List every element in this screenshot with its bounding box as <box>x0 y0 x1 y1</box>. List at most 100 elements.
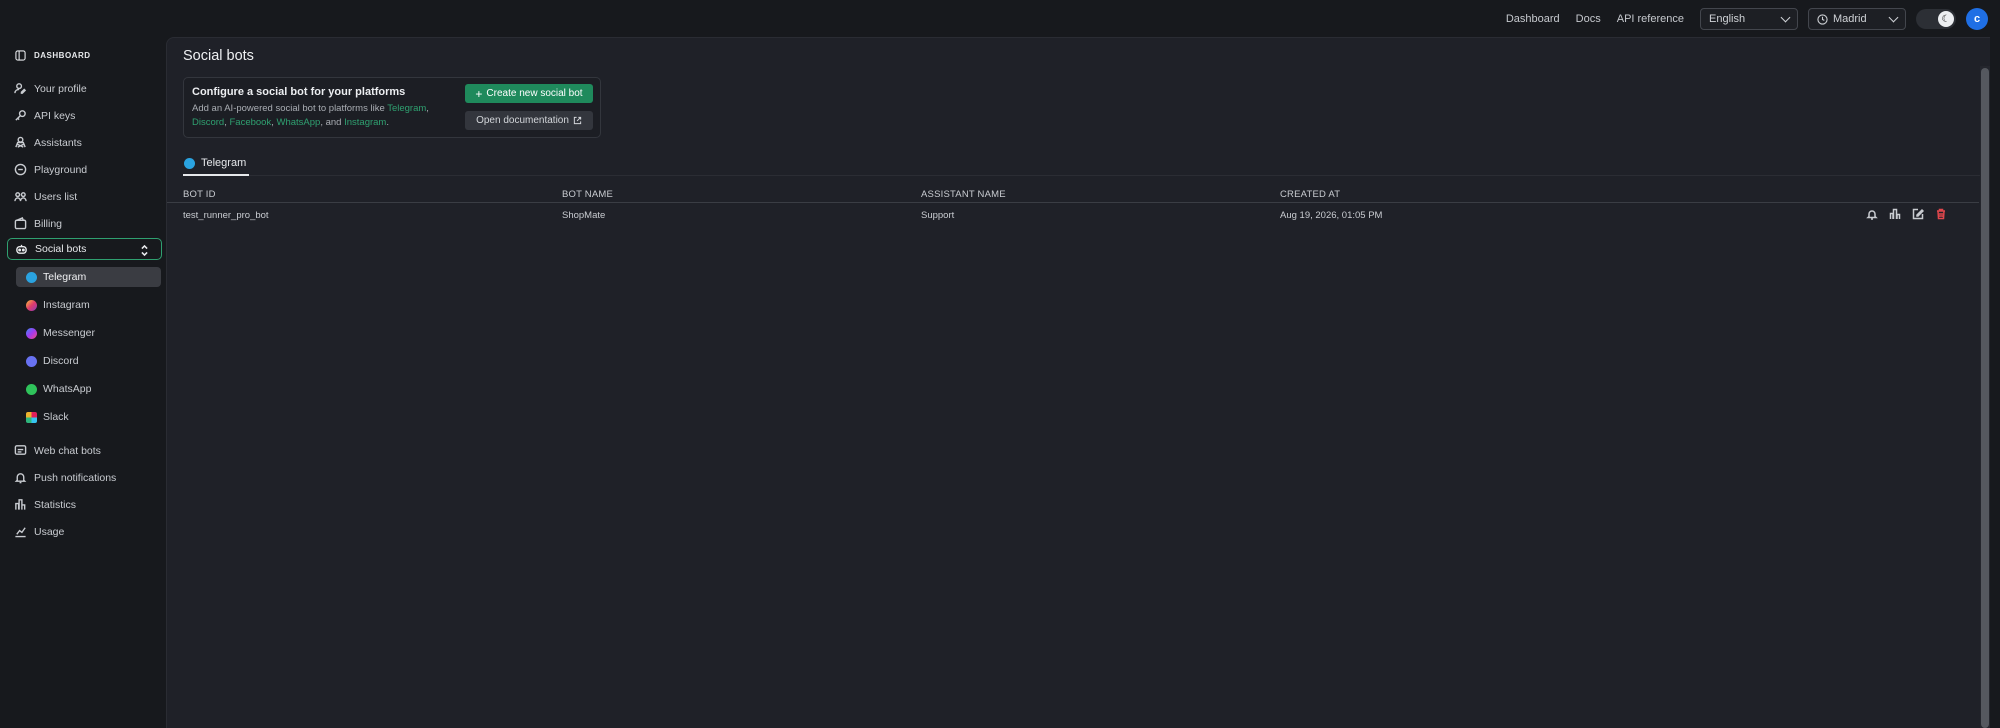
sidebar-item-label: Users list <box>34 190 78 203</box>
instagram-icon <box>26 299 37 311</box>
edit-icon[interactable] <box>1912 208 1924 220</box>
timezone-value: Madrid <box>1833 13 1867 25</box>
chat-bubble-icon <box>14 163 27 176</box>
scrollbar-thumb[interactable] <box>1981 68 1989 728</box>
dashboard-link[interactable]: Dashboard <box>1506 13 1560 25</box>
sidebar-item-label: Billing <box>34 217 63 230</box>
sidebar-item-social-bots[interactable]: Social bots <box>7 238 162 260</box>
cell-created-at: Aug 19, 2026, 01:05 PM <box>1280 210 1383 221</box>
moon-icon: ☾ <box>1938 11 1954 27</box>
sidebar-subitem-label: Slack <box>43 411 69 423</box>
page-title: Social bots <box>183 48 254 64</box>
sidebar-subitem-label: Messenger <box>43 327 95 339</box>
web-chat-icon <box>14 445 27 455</box>
configure-card: Configure a social bot for your platform… <box>183 77 601 138</box>
facebook-link[interactable]: Facebook <box>229 117 271 128</box>
docs-button-label: Open documentation <box>476 115 569 126</box>
sidebar-item-label: Social bots <box>35 243 87 255</box>
instagram-link[interactable]: Instagram <box>344 117 386 128</box>
notification-settings-icon[interactable] <box>1866 208 1878 220</box>
theme-toggle[interactable]: ☾ <box>1916 9 1956 29</box>
sidebar-brand[interactable]: DASHBOARD <box>15 50 91 61</box>
telegram-icon <box>26 271 37 283</box>
telegram-link[interactable]: Telegram <box>387 103 426 114</box>
assistant-icon <box>15 136 26 148</box>
sidebar-item-playground[interactable]: Playground <box>14 163 87 176</box>
sidebar-subitem-instagram[interactable]: Instagram <box>16 295 161 315</box>
api-reference-link[interactable]: API reference <box>1617 13 1684 25</box>
telegram-icon <box>184 157 195 169</box>
bot-icon <box>16 244 27 254</box>
usage-chart-icon <box>15 527 26 538</box>
plus-icon: + <box>475 86 483 101</box>
platform-tabs: Telegram <box>183 152 1983 176</box>
header-bot-id: BOT ID <box>183 189 216 200</box>
timezone-select[interactable]: Madrid <box>1808 8 1906 30</box>
cell-bot-name: ShopMate <box>562 210 606 221</box>
open-documentation-button[interactable]: Open documentation <box>465 111 593 130</box>
row-actions <box>1866 208 1947 220</box>
sidebar-subitem-telegram[interactable]: Telegram <box>16 267 161 287</box>
brand-label: DASHBOARD <box>34 51 91 60</box>
sidebar-item-assistants[interactable]: Assistants <box>14 136 82 149</box>
cell-bot-id: test_runner_pro_bot <box>183 210 269 221</box>
discord-link[interactable]: Discord <box>192 117 224 128</box>
sidebar-subitem-whatsapp[interactable]: WhatsApp <box>16 379 161 399</box>
statistics-icon[interactable] <box>1889 208 1901 220</box>
wallet-icon <box>14 217 27 230</box>
language-value: English <box>1709 13 1746 25</box>
header-assistant-name: ASSISTANT NAME <box>921 189 1006 200</box>
sidebar-item-label: Statistics <box>34 498 77 511</box>
sidebar-item-label: Assistants <box>34 136 82 149</box>
tab-label: Telegram <box>201 157 247 169</box>
sidebar-item-usage[interactable]: Usage <box>14 525 64 538</box>
create-social-bot-button[interactable]: + Create new social bot <box>465 84 593 103</box>
top-bar: Dashboard Docs API reference English Mad… <box>0 0 2000 38</box>
card-desc-prefix: Add an AI-powered social bot to platform… <box>192 103 388 114</box>
sidebar-subitem-label: Telegram <box>43 271 87 283</box>
cell-assistant-name: Support <box>921 210 955 221</box>
table-header: BOT ID BOT NAME ASSISTANT NAME CREATED A… <box>167 187 1979 203</box>
tab-telegram[interactable]: Telegram <box>183 152 249 176</box>
sidebar-item-label: Your profile <box>34 82 87 95</box>
sidebar-subitem-label: Instagram <box>43 299 90 311</box>
delete-icon[interactable] <box>1935 208 1947 220</box>
sidebar-item-users-list[interactable]: Users list <box>14 190 77 203</box>
whatsapp-link[interactable]: WhatsApp <box>277 117 321 128</box>
table-row: test_runner_pro_bot ShopMate Support Aug… <box>167 203 1979 227</box>
sidebar-item-label: Push notifications <box>34 471 117 484</box>
sidebar-item-billing[interactable]: Billing <box>14 217 62 230</box>
language-select[interactable]: English <box>1700 8 1798 30</box>
sidebar-item-statistics[interactable]: Statistics <box>14 498 76 511</box>
sidebar-subitem-label: Discord <box>43 355 79 367</box>
sidebar-item-your-profile[interactable]: Your profile <box>14 82 87 95</box>
main-panel: Social bots Configure a social bot for y… <box>166 37 1990 728</box>
card-description: Add an AI-powered social bot to platform… <box>192 103 429 128</box>
sidebar-item-label: API keys <box>34 109 76 122</box>
sidebar-item-push-notifications[interactable]: Push notifications <box>14 471 116 484</box>
sidebar-subitem-slack[interactable]: Slack <box>16 407 161 427</box>
docs-link[interactable]: Docs <box>1576 13 1601 25</box>
sidebar-subitem-messenger[interactable]: Messenger <box>16 323 161 343</box>
scrollbar[interactable] <box>1980 66 1990 728</box>
create-button-label: Create new social bot <box>486 88 583 99</box>
key-icon <box>15 110 26 121</box>
sidebar-item-web-chat-bots[interactable]: Web chat bots <box>14 444 101 457</box>
chevron-down-icon <box>1780 12 1791 22</box>
bar-chart-icon <box>15 499 26 510</box>
whatsapp-icon <box>26 383 37 395</box>
sidebar-item-label: Playground <box>34 163 88 176</box>
sidebar-subitem-discord[interactable]: Discord <box>16 351 161 371</box>
users-icon <box>14 192 27 202</box>
avatar[interactable]: c <box>1966 8 1988 30</box>
user-edit-icon <box>14 83 27 94</box>
bell-icon <box>14 473 27 484</box>
sidebar: DASHBOARD Your profile API keys Assistan… <box>0 38 166 728</box>
header-bot-name: BOT NAME <box>562 189 614 200</box>
external-link-icon <box>573 116 582 125</box>
sidebar-subitem-label: WhatsApp <box>43 383 92 395</box>
header-created-at: CREATED AT <box>1280 189 1341 200</box>
chevron-down-icon <box>1888 12 1899 22</box>
sidebar-item-api-keys[interactable]: API keys <box>14 109 75 122</box>
clock-icon <box>1817 13 1828 25</box>
